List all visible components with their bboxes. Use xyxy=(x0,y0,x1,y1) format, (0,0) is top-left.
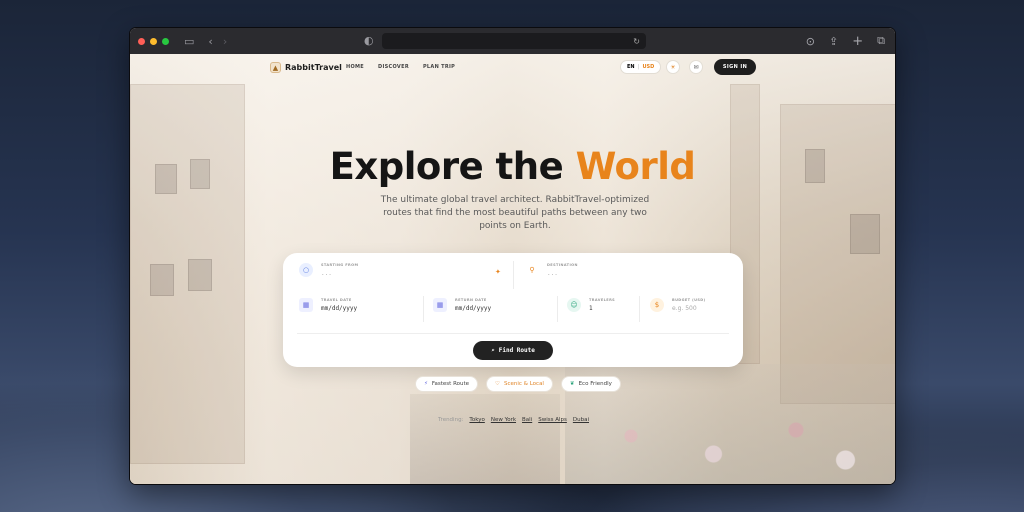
lang-divider: | xyxy=(637,64,640,70)
background-window xyxy=(150,264,174,296)
hero-title-accent: World xyxy=(575,145,696,188)
site-logo-text: RabbitTravel xyxy=(285,63,342,72)
calendar-icon: ▦ xyxy=(433,298,447,312)
nav-link-discover[interactable]: DISCOVER xyxy=(378,64,409,70)
language-label[interactable]: EN xyxy=(627,64,635,70)
nav-links: HOME DISCOVER PLAN TRIP xyxy=(346,64,455,70)
hero-subtitle: The ultimate global travel architect. Ra… xyxy=(380,195,650,231)
destination-label: DESTINATION xyxy=(547,263,578,267)
trending-destinations: Trending: Tokyo New York Bali Swiss Alps… xyxy=(438,417,589,423)
return-date-field[interactable]: ▦ RETURN DATE mm/dd/yyyy xyxy=(433,298,491,312)
new-tab-icon[interactable]: + xyxy=(852,34,863,49)
address-bar[interactable]: ↻ xyxy=(382,33,646,49)
share-icon[interactable]: ⇪ xyxy=(829,35,838,48)
hero-title-main: Explore the xyxy=(329,145,564,188)
budget-field[interactable]: $ BUDGET (USD) e.g. 500 xyxy=(650,298,706,312)
nav-link-home[interactable]: HOME xyxy=(346,64,364,70)
browser-titlebar: ▭ ‹ › ◐ ↻ ⊙ ⇪ + ⧉ xyxy=(130,28,895,54)
travelers-value[interactable]: 1 xyxy=(589,305,615,312)
trending-link-new-york[interactable]: New York xyxy=(491,417,516,423)
route-type-chips: ⚡ Fastest Route ♡ Scenic & Local ❦ Eco F… xyxy=(415,376,621,392)
travel-date-label: TRAVEL DATE xyxy=(321,298,352,302)
forward-icon[interactable]: › xyxy=(223,36,227,47)
starting-from-label: STARTING FROM xyxy=(321,263,359,267)
travelers-label: TRAVELERS xyxy=(589,298,616,302)
chip-eco-friendly[interactable]: ❦ Eco Friendly xyxy=(560,376,621,392)
chip-scenic-local[interactable]: ♡ Scenic & Local xyxy=(486,376,553,392)
swap-icon[interactable]: ✦ xyxy=(495,268,501,276)
download-icon[interactable]: ⊙ xyxy=(806,35,815,48)
rabbit-logo-icon: ▲ xyxy=(270,62,281,73)
divider xyxy=(557,296,558,322)
starting-from-field[interactable]: ○ STARTING FROM ... xyxy=(299,263,499,277)
map-pin-icon: ⚲ xyxy=(529,266,535,274)
web-page: ▲ RabbitTravel HOME DISCOVER PLAN TRIP E… xyxy=(130,54,895,484)
chip-label: Scenic & Local xyxy=(503,381,544,387)
theme-toggle-button[interactable]: ☀ xyxy=(666,60,680,74)
travelers-field[interactable]: ☺ TRAVELERS 1 xyxy=(567,298,615,312)
return-date-value[interactable]: mm/dd/yyyy xyxy=(455,305,491,312)
sun-icon: ☀ xyxy=(670,63,676,71)
trending-link-bali[interactable]: Bali xyxy=(522,417,532,423)
travel-date-value[interactable]: mm/dd/yyyy xyxy=(321,305,357,312)
divider xyxy=(639,296,640,322)
budget-input[interactable]: e.g. 500 xyxy=(672,305,706,312)
dollar-icon: $ xyxy=(650,298,664,312)
site-logo[interactable]: ▲ RabbitTravel xyxy=(270,62,342,73)
background-street xyxy=(410,394,560,484)
background-window xyxy=(850,214,880,254)
chip-label: Eco Friendly xyxy=(578,381,612,387)
chip-fastest-route[interactable]: ⚡ Fastest Route xyxy=(415,376,479,392)
site-nav: ▲ RabbitTravel HOME DISCOVER PLAN TRIP E… xyxy=(130,54,895,82)
zoom-window-button[interactable] xyxy=(162,37,169,45)
back-icon[interactable]: ‹ xyxy=(208,36,212,47)
nav-link-plan-trip[interactable]: PLAN TRIP xyxy=(423,64,455,70)
shield-icon: ◐ xyxy=(364,34,374,47)
leaf-icon: ❦ xyxy=(569,381,575,387)
mail-icon: ✉ xyxy=(693,63,699,71)
trending-label: Trending: xyxy=(438,417,464,423)
trending-link-swiss-alps[interactable]: Swiss Alps xyxy=(538,417,567,423)
currency-label[interactable]: USD xyxy=(642,64,654,70)
sign-in-button[interactable]: SIGN IN xyxy=(714,59,756,75)
budget-label: BUDGET (USD) xyxy=(672,298,706,302)
destination-value[interactable]: ... xyxy=(547,270,578,277)
sidebar-icon[interactable]: ▭ xyxy=(184,36,194,47)
origin-icon: ○ xyxy=(299,263,313,277)
browser-window: ▭ ‹ › ◐ ↻ ⊙ ⇪ + ⧉ ▲ RabbitTravel HOME DI… xyxy=(129,27,896,485)
destination-field[interactable]: ⚲ DESTINATION ... xyxy=(525,263,725,277)
search-icon: ⌕ xyxy=(491,347,495,354)
tabs-icon[interactable]: ⧉ xyxy=(877,34,885,48)
minimize-window-button[interactable] xyxy=(150,37,157,45)
find-route-label: Find Route xyxy=(498,347,535,354)
divider xyxy=(297,333,729,334)
messages-button[interactable]: ✉ xyxy=(689,60,703,74)
divider xyxy=(513,261,514,289)
lightning-icon: ⚡ xyxy=(424,381,428,387)
close-window-button[interactable] xyxy=(138,37,145,45)
divider xyxy=(423,296,424,322)
hero-title: Explore the World xyxy=(130,145,895,188)
travel-date-field[interactable]: ▦ TRAVEL DATE mm/dd/yyyy xyxy=(299,298,357,312)
calendar-icon: ▦ xyxy=(299,298,313,312)
trending-link-dubai[interactable]: Dubai xyxy=(573,417,589,423)
return-date-label: RETURN DATE xyxy=(455,298,487,302)
chip-label: Fastest Route xyxy=(431,381,470,387)
reload-icon[interactable]: ↻ xyxy=(633,37,640,46)
starting-from-value[interactable]: ... xyxy=(321,270,358,277)
route-search-card: ○ STARTING FROM ... ✦ ⚲ DESTINATION ... … xyxy=(283,253,743,367)
users-icon: ☺ xyxy=(567,298,581,312)
background-window xyxy=(188,259,212,291)
heart-icon: ♡ xyxy=(495,381,500,387)
language-currency-toggle[interactable]: EN | USD xyxy=(620,60,662,74)
find-route-button[interactable]: ⌕ Find Route xyxy=(473,341,553,360)
trending-link-tokyo[interactable]: Tokyo xyxy=(469,417,484,423)
